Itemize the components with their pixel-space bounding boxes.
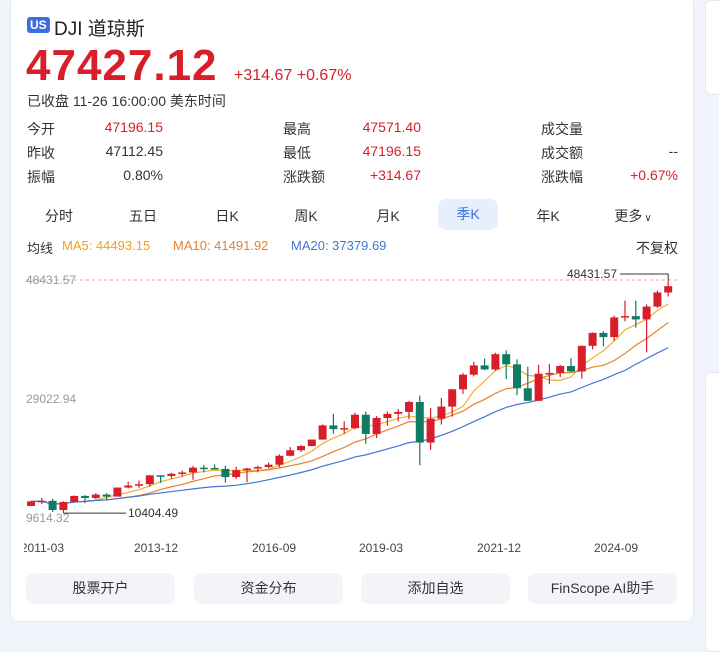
candle-body [329,425,338,430]
candle-body [567,365,575,372]
candle-body [491,354,500,370]
candle-body [113,487,122,497]
candle-body [264,464,273,468]
min-price-label: 10404.49 [128,506,178,520]
candle-body [221,468,230,478]
action-button-0[interactable]: 股票开户 [26,573,175,604]
action-button-2[interactable]: 添加自选 [361,573,510,604]
ma5-line [30,303,669,505]
candle-body [405,401,413,412]
candle-body [664,286,673,293]
candle-body [48,500,57,511]
candle-body [243,468,251,471]
candle-body [340,428,349,430]
x-tick-label: 2016-09 [252,541,297,555]
candle-body [577,345,586,372]
candle-body [599,332,608,338]
action-button-1[interactable]: 资金分布 [194,573,343,604]
candle-body [469,365,478,375]
candle-body [27,501,35,506]
candle-body [415,401,424,443]
candle-body [199,467,208,470]
candle-body [610,317,619,338]
y-tick-label: 48431.57 [26,273,76,287]
candle-body [167,473,176,477]
candle-body [81,495,89,498]
candle-body [351,414,359,429]
candle-body [102,494,111,497]
candle-body [556,365,565,373]
x-tick-label: 2021-12 [477,541,522,555]
candle-body [480,365,489,370]
candle-body [534,373,543,401]
candle-body [621,316,629,318]
candle-body [156,475,165,477]
candle-body [318,425,327,440]
candle-body [437,406,446,419]
candle-body [91,494,100,498]
candle-body [286,450,295,456]
candle-body [37,500,46,503]
x-tick-label: 2024-09 [594,541,639,555]
candle-body [178,472,187,474]
action-button-3[interactable]: FinScope AI助手 [528,573,677,604]
candle-body [459,374,467,390]
candle-body [297,446,305,451]
max-marker-line [620,273,669,280]
candle-body [545,372,554,375]
candle-body [631,316,640,320]
candle-body [275,455,284,465]
candle-body [513,364,521,389]
candle-body [642,306,651,320]
candle-body [59,502,68,511]
candle-body [189,467,197,473]
candle-body [448,389,457,407]
candle-body [653,292,662,307]
x-tick-label: 2013-12 [134,541,179,555]
max-price-label: 48431.57 [567,267,617,281]
candle-body [523,388,532,401]
candle-body [394,411,403,414]
candle-body [124,485,133,488]
x-tick-label: 2019-03 [359,541,404,555]
candle-body [588,332,597,346]
candle-body [70,495,79,503]
candle-body [361,414,370,434]
candle-body [232,470,241,478]
ma10-line [30,322,669,505]
x-tick-label: 2011-03 [24,541,64,555]
candle-body [145,475,154,485]
candle-body [383,413,392,418]
candle-body [502,354,511,365]
y-tick-label: 29022.94 [26,392,76,406]
candle-body [372,417,381,434]
candle-body [426,418,435,443]
candle-body [307,439,316,447]
candle-body [210,467,219,470]
candle-body [135,484,143,486]
candle-body [253,467,262,469]
